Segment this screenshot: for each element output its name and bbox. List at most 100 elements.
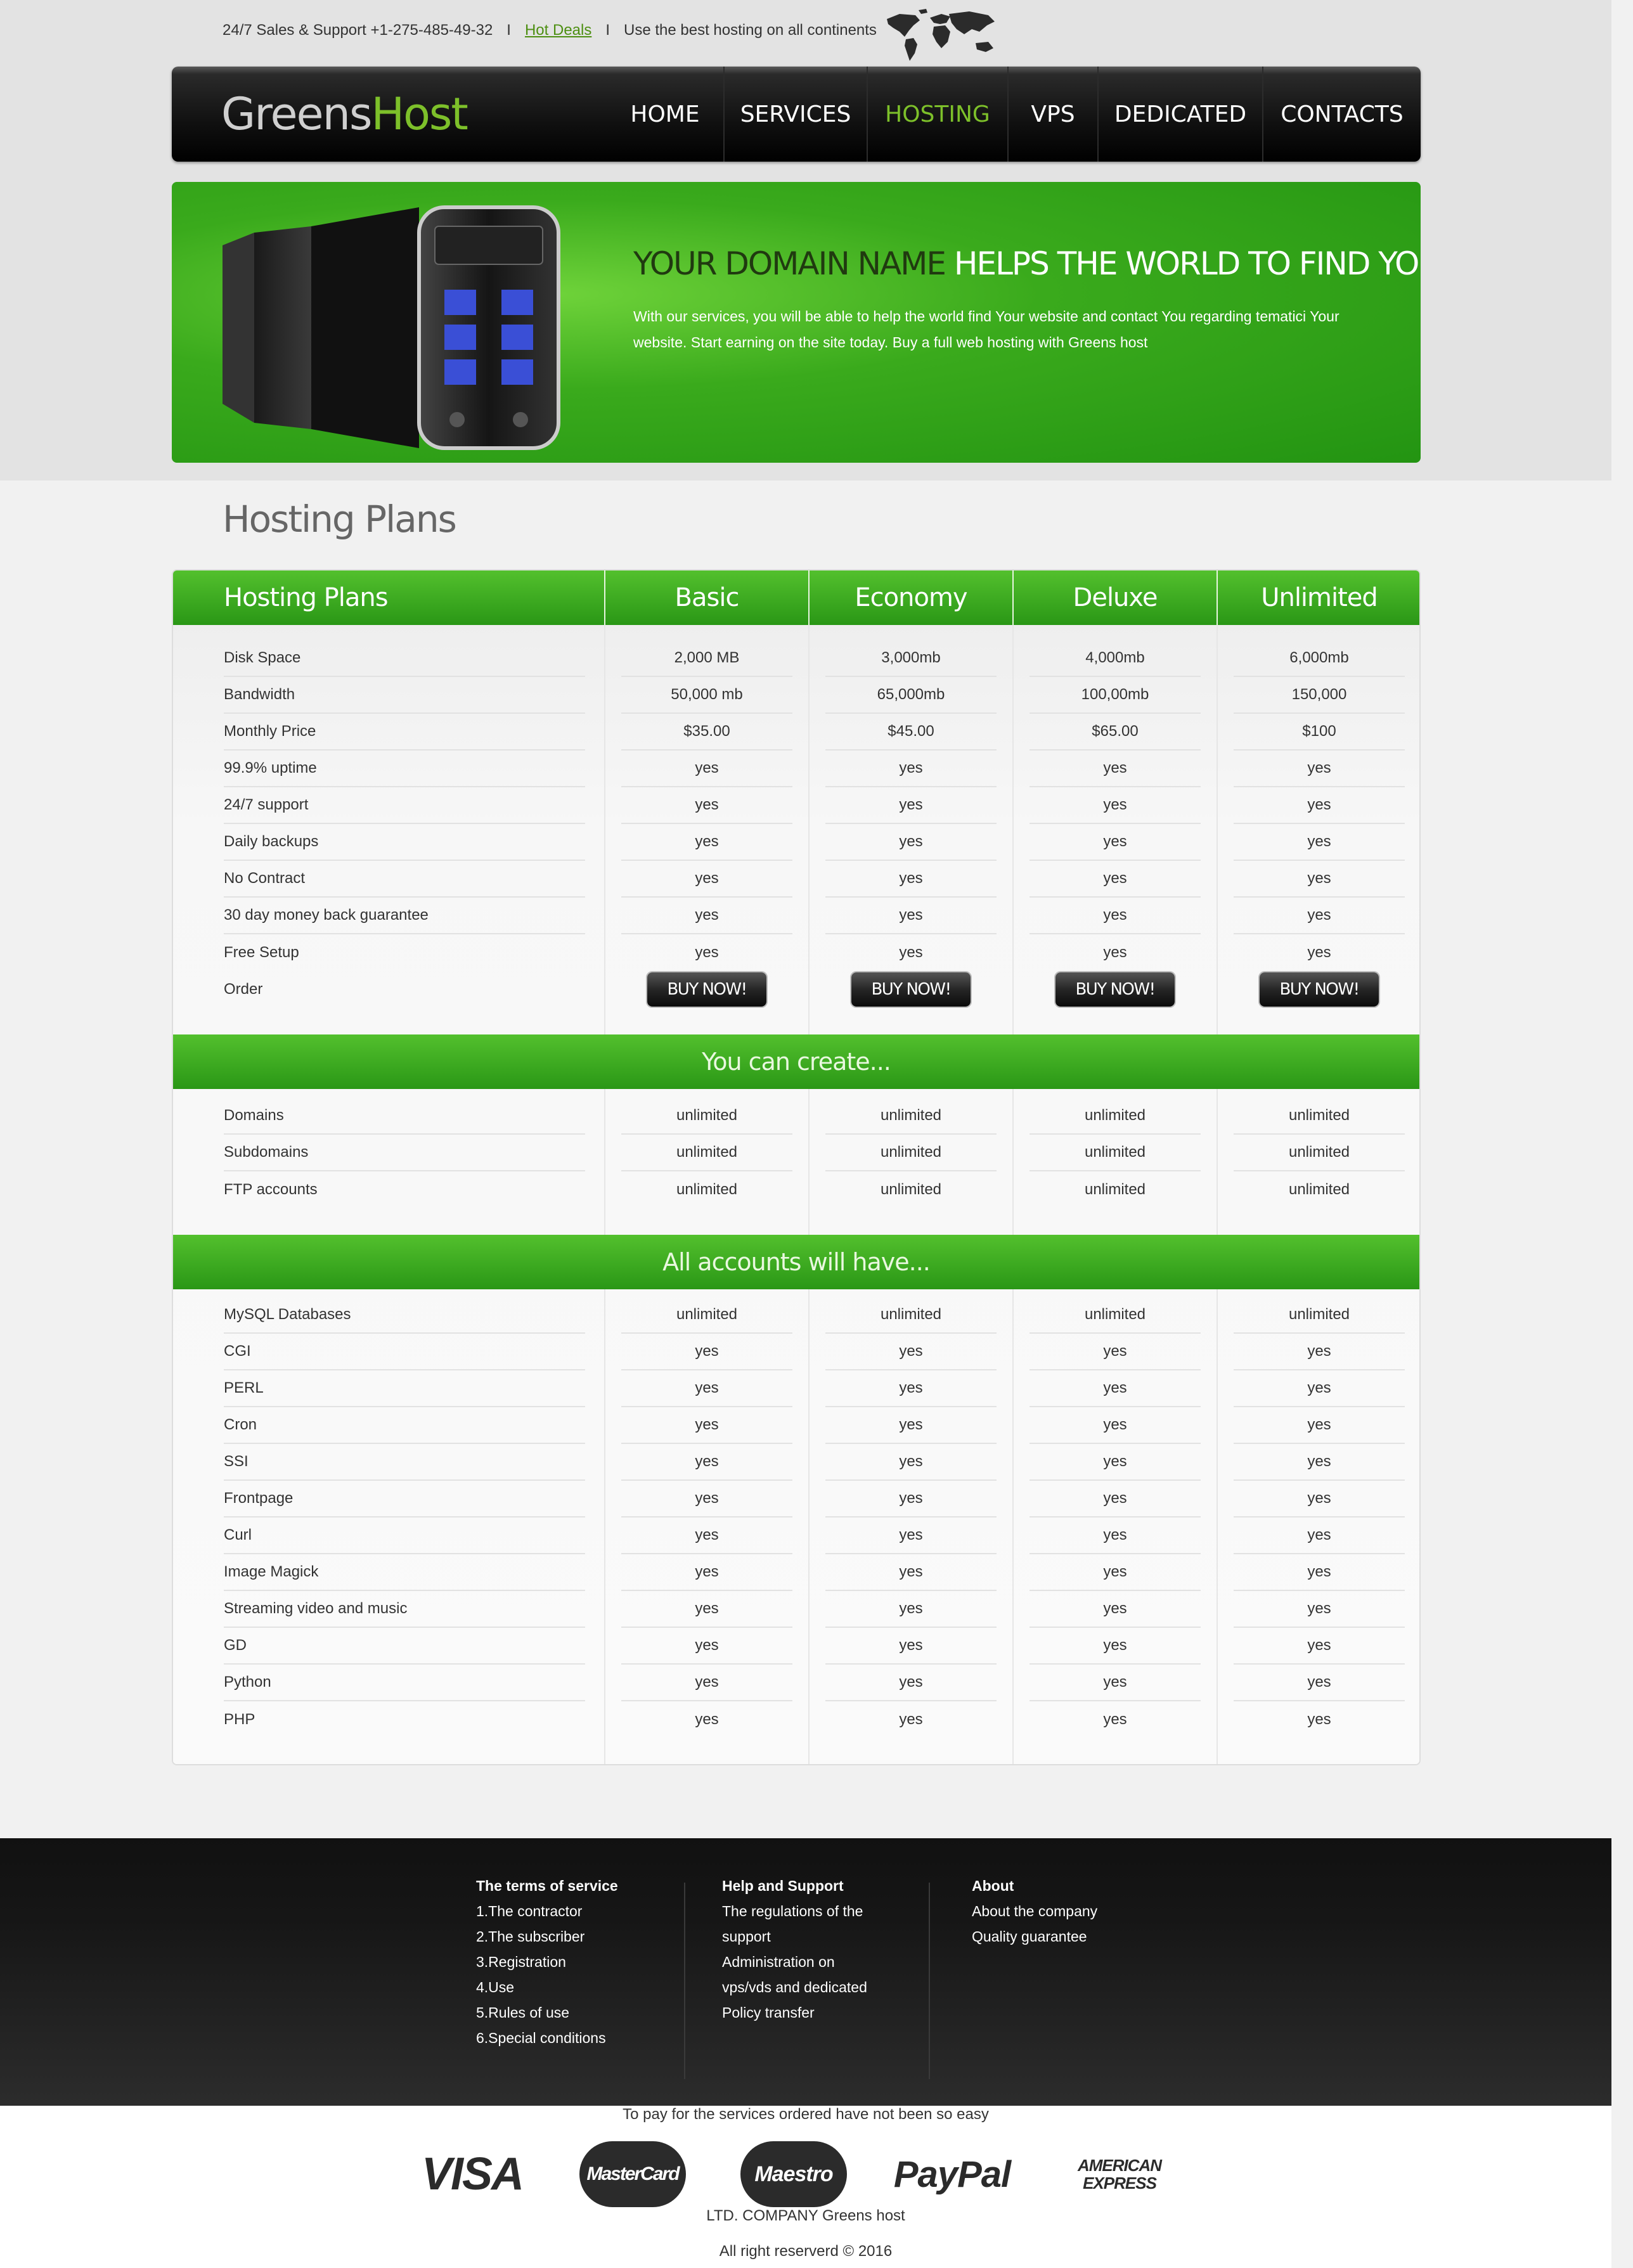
buy-now-button-deluxe[interactable]: BUY NOW! (1055, 972, 1175, 1007)
footer-link[interactable]: Administration on (722, 1949, 867, 1975)
footer-link[interactable]: 2.The subscriber (476, 1924, 618, 1949)
footer-link[interactable]: Policy transfer (722, 2000, 867, 2025)
separator: I (507, 22, 511, 39)
row-label: Monthly Price (224, 714, 585, 751)
footer-link[interactable]: About the company (972, 1898, 1097, 1924)
nav-item-services[interactable]: SERVICES (723, 67, 867, 162)
table-row: 24/7 support yes yes yes yes (173, 787, 1419, 824)
row-value: yes (621, 751, 792, 787)
visa-logo-text: VISA (421, 2149, 524, 2200)
create-section-bar: You can create... (173, 1034, 1419, 1089)
row-label: Curl (224, 1517, 585, 1554)
nav-item-vps[interactable]: VPS (1007, 67, 1097, 162)
copyright: All right reserverd © 2016 (719, 2243, 893, 2260)
row-label: PERL (224, 1370, 585, 1407)
row-label: Disk Space (224, 640, 585, 677)
row-value: 65,000mb (825, 677, 997, 714)
row-label: Domains (224, 1098, 585, 1135)
row-value: yes (1234, 1628, 1405, 1665)
row-value: yes (621, 898, 792, 934)
row-value: yes (825, 1481, 997, 1517)
row-label: Streaming video and music (224, 1591, 585, 1628)
site-logo[interactable]: GreensHost (221, 86, 468, 143)
row-value: unlimited (1288, 1181, 1350, 1198)
row-label: SSI (224, 1444, 585, 1481)
row-value: yes (825, 751, 997, 787)
nav-item-dedicated[interactable]: DEDICATED (1097, 67, 1262, 162)
row-value: yes (695, 1711, 719, 1728)
row-value: unlimited (676, 1181, 738, 1198)
buy-now-button-economy[interactable]: BUY NOW! (851, 972, 971, 1007)
row-label: 99.9% uptime (224, 751, 585, 787)
row-value: yes (621, 1554, 792, 1591)
footer-link[interactable]: Quality guarantee (972, 1924, 1097, 1949)
table-row: Streaming video and music yes yes yes yes (173, 1591, 1419, 1628)
footer-heading: The terms of service (476, 1878, 618, 1894)
row-value: yes (621, 1481, 792, 1517)
footer-link[interactable]: support (722, 1924, 867, 1949)
row-value: yes (899, 1711, 923, 1728)
row-value: yes (1030, 1628, 1201, 1665)
all-accounts-title: All accounts will have... (662, 1248, 931, 1276)
row-value: yes (621, 861, 792, 898)
create-section-title: You can create... (702, 1048, 891, 1076)
row-value: yes (1103, 944, 1127, 961)
logo-part-1: Greens (221, 88, 372, 140)
row-value: yes (1234, 1481, 1405, 1517)
tagline: Use the best hosting on all continents (624, 22, 877, 39)
footer-column-support: Help and Support The regulations of the … (722, 1873, 867, 2025)
buy-now-button-unlimited[interactable]: BUY NOW! (1260, 972, 1379, 1007)
row-label: No Contract (224, 861, 585, 898)
banner-title-light: HELPS THE WORLD TO FIND YOU (953, 245, 1421, 282)
maestro-logo: Maestro (739, 2139, 848, 2209)
footer-link[interactable]: 5.Rules of use (476, 2000, 618, 2025)
row-value: unlimited (1234, 1098, 1405, 1135)
row-value: unlimited (1030, 1135, 1201, 1171)
row-value: 3,000mb (825, 640, 997, 677)
support-phone: 24/7 Sales & Support +1-275-485-49-32 (223, 22, 493, 39)
nav-item-home[interactable]: HOME (607, 67, 723, 162)
row-value: 4,000mb (1030, 640, 1201, 677)
table-row: FTP accounts unlimited unlimited unlimited u… (173, 1171, 1419, 1208)
nav-item-contacts[interactable]: CONTACTS (1262, 67, 1421, 162)
row-value: yes (1030, 824, 1201, 861)
plan-header-unlimited: Unlimited (1261, 583, 1378, 612)
row-value: yes (1307, 1711, 1331, 1728)
table-header-label: Hosting Plans (224, 583, 389, 612)
footer-link[interactable]: 4.Use (476, 1975, 618, 2000)
row-value: unlimited (621, 1098, 792, 1135)
footer-column-terms: The terms of service 1.The contractor 2.… (476, 1873, 618, 2051)
paypal-logo-text: PayPal (893, 2153, 1011, 2195)
row-label: Free Setup (224, 944, 299, 961)
footer-link[interactable]: 1.The contractor (476, 1898, 618, 1924)
footer-link[interactable]: The regulations of the (722, 1898, 867, 1924)
buy-cell: BUY NOW! (825, 971, 997, 1008)
row-label: Order (224, 981, 263, 998)
row-value: yes (1234, 1444, 1405, 1481)
footer-link[interactable]: 3.Registration (476, 1949, 618, 1975)
plan-header-deluxe: Deluxe (1073, 583, 1158, 612)
buy-now-button-basic[interactable]: BUY NOW! (647, 972, 766, 1007)
row-value: yes (621, 1370, 792, 1407)
row-value: yes (1307, 944, 1331, 961)
row-label: 24/7 support (224, 787, 585, 824)
hero-banner: YOUR DOMAIN NAME HELPS THE WORLD TO FIND… (172, 182, 1421, 463)
row-value: yes (825, 1517, 997, 1554)
hot-deals-link[interactable]: Hot Deals (525, 22, 591, 39)
row-value: unlimited (621, 1297, 792, 1334)
row-label: MySQL Databases (224, 1297, 585, 1334)
plan-header-basic: Basic (674, 583, 740, 612)
row-value: yes (825, 861, 997, 898)
buy-cell: BUY NOW! (1030, 971, 1201, 1008)
footer-link[interactable]: 6.Special conditions (476, 2025, 618, 2051)
visa-logo: VISA (412, 2139, 532, 2209)
row-value: yes (1030, 1444, 1201, 1481)
row-value: 2,000 MB (621, 640, 792, 677)
footer-link[interactable]: vps/vds and dedicated (722, 1975, 867, 2000)
row-value: yes (825, 1334, 997, 1370)
payment-text: To pay for the services ordered have not… (623, 2106, 989, 2123)
row-value: unlimited (1234, 1135, 1405, 1171)
nav-item-hosting[interactable]: HOSTING (867, 67, 1007, 162)
row-value: yes (1030, 1665, 1201, 1701)
row-value: yes (825, 787, 997, 824)
